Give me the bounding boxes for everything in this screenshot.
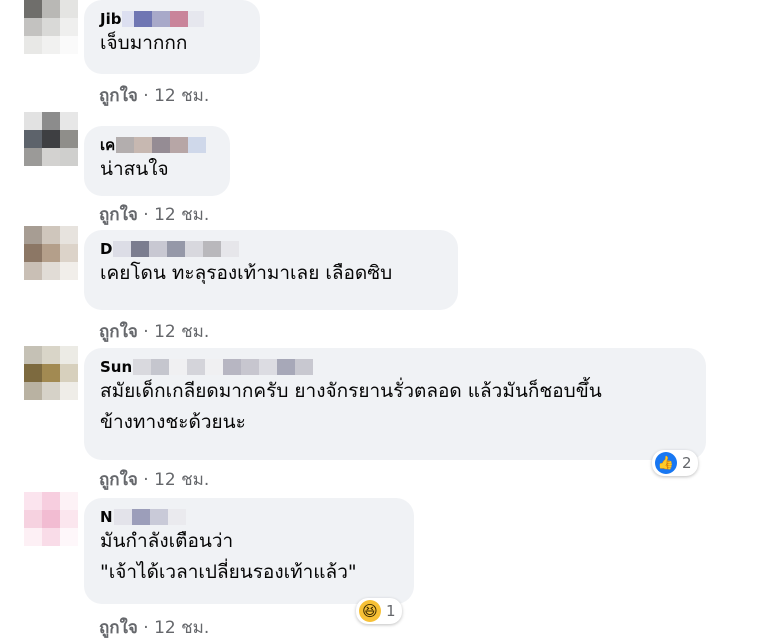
comment-author[interactable]: D: [100, 240, 442, 258]
separator: ·: [143, 618, 149, 638]
comment-text: น่าสนใจ: [100, 158, 169, 180]
timestamp[interactable]: 12 ชม.: [154, 86, 209, 106]
comment-text: ข้างทางชะด้วยนะ: [100, 411, 246, 433]
comment-actions: ถูกใจ · 12 ชม.: [99, 82, 209, 109]
comment-author[interactable]: Sun: [100, 358, 690, 376]
redacted-name: [116, 137, 207, 153]
redacted-name: [122, 11, 205, 27]
avatar[interactable]: [24, 112, 78, 166]
timestamp[interactable]: 12 ชม.: [154, 618, 209, 638]
comment-text: "เจ้าได้เวลาเปลี่ยนรองเท้าแล้ว": [100, 561, 357, 583]
redacted-name: [113, 241, 240, 257]
reaction-count[interactable]: 👍 2: [652, 450, 698, 476]
like-link[interactable]: ถูกใจ: [99, 205, 138, 225]
like-link[interactable]: ถูกใจ: [99, 470, 138, 490]
comment-actions: ถูกใจ · 12 ชม.: [99, 201, 209, 228]
comment-actions: ถูกใจ · 12 ชม.: [99, 318, 209, 345]
timestamp[interactable]: 12 ชม.: [154, 322, 209, 342]
haha-icon: 😆: [359, 600, 381, 622]
separator: ·: [143, 86, 149, 106]
comment-actions: ถูกใจ · 12 ชม.: [99, 614, 209, 641]
comment-bubble: Jib เจ็บมากกก: [84, 0, 260, 74]
timestamp[interactable]: 12 ชม.: [154, 470, 209, 490]
redacted-name: [133, 359, 314, 375]
avatar[interactable]: [24, 492, 78, 546]
comment-bubble: เค น่าสนใจ: [84, 126, 230, 196]
comment-bubble: Sun สมัยเด็กเกลียดมากครับ ยางจักรยานรั่ว…: [84, 348, 706, 460]
comment-bubble: N มันกำลังเตือนว่า "เจ้าได้เวลาเปลี่ยนรอ…: [84, 498, 414, 604]
avatar[interactable]: [24, 346, 78, 400]
separator: ·: [143, 205, 149, 225]
like-link[interactable]: ถูกใจ: [99, 618, 138, 638]
comment-bubble: D เคยโดน ทะลุรองเท้ามาเลย เลือดซิบ: [84, 230, 458, 310]
comment-text: เจ็บมากกก: [100, 32, 188, 54]
comment-text: มันกำลังเตือนว่า: [100, 530, 234, 552]
comment-author[interactable]: N: [100, 508, 398, 526]
reaction-count[interactable]: 😆 1: [356, 598, 402, 624]
comment-actions: ถูกใจ · 12 ชม.: [99, 466, 209, 493]
separator: ·: [143, 470, 149, 490]
comment-text: สมัยเด็กเกลียดมากครับ ยางจักรยานรั่วตลอด…: [100, 380, 602, 402]
like-icon: 👍: [655, 452, 677, 474]
comment-author[interactable]: Jib: [100, 10, 244, 28]
avatar[interactable]: [24, 0, 78, 54]
avatar[interactable]: [24, 226, 78, 280]
redacted-name: [113, 509, 186, 525]
like-link[interactable]: ถูกใจ: [99, 322, 138, 342]
like-link[interactable]: ถูกใจ: [99, 86, 138, 106]
comment-author[interactable]: เค: [100, 136, 214, 154]
separator: ·: [143, 322, 149, 342]
timestamp[interactable]: 12 ชม.: [154, 205, 209, 225]
comment-text: เคยโดน ทะลุรองเท้ามาเลย เลือดซิบ: [100, 262, 393, 284]
